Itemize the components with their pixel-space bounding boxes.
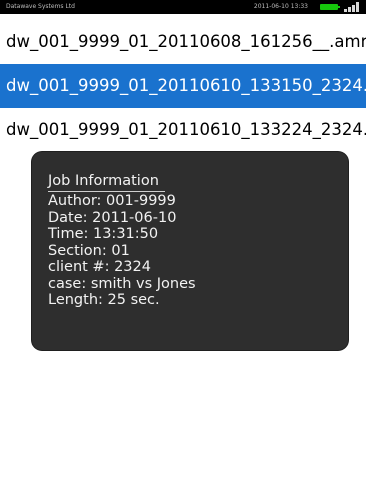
job-information-popup: Job Information Author: 001-9999 Date: 2… (32, 152, 348, 350)
job-author: Author: 001-9999 (48, 193, 176, 209)
popup-title: Job Information (48, 172, 165, 192)
status-carrier: Datawave Systems Ltd (6, 3, 75, 10)
job-case: case: smith vs Jones (48, 275, 196, 292)
signal-icon (344, 2, 360, 12)
status-bar: Datawave Systems Ltd 2011-06-10 13:33 (0, 0, 366, 14)
job-client-number: client #: 2324 (48, 259, 151, 275)
file-list-item-selected[interactable]: dw_001_9999_01_20110610_133150_2324.amr (0, 64, 366, 108)
job-date: Date: 2011-06-10 (48, 209, 177, 226)
file-list-item[interactable]: dw_001_9999_01_20110610_133224_2324.amr (0, 108, 366, 152)
file-list: dw_001_9999_01_20110608_161256__.amr dw_… (0, 20, 366, 152)
file-list-item[interactable]: dw_001_9999_01_20110608_161256__.amr (0, 20, 366, 64)
job-section: Section: 01 (48, 242, 130, 259)
job-time: Time: 13:31:50 (48, 226, 159, 242)
status-time: 2011-06-10 13:33 (253, 3, 308, 10)
battery-icon (320, 4, 340, 10)
job-length: Length: 25 sec. (48, 292, 160, 308)
job-details: Author: 001-9999 Date: 2011-06-10 Time: … (48, 193, 196, 309)
